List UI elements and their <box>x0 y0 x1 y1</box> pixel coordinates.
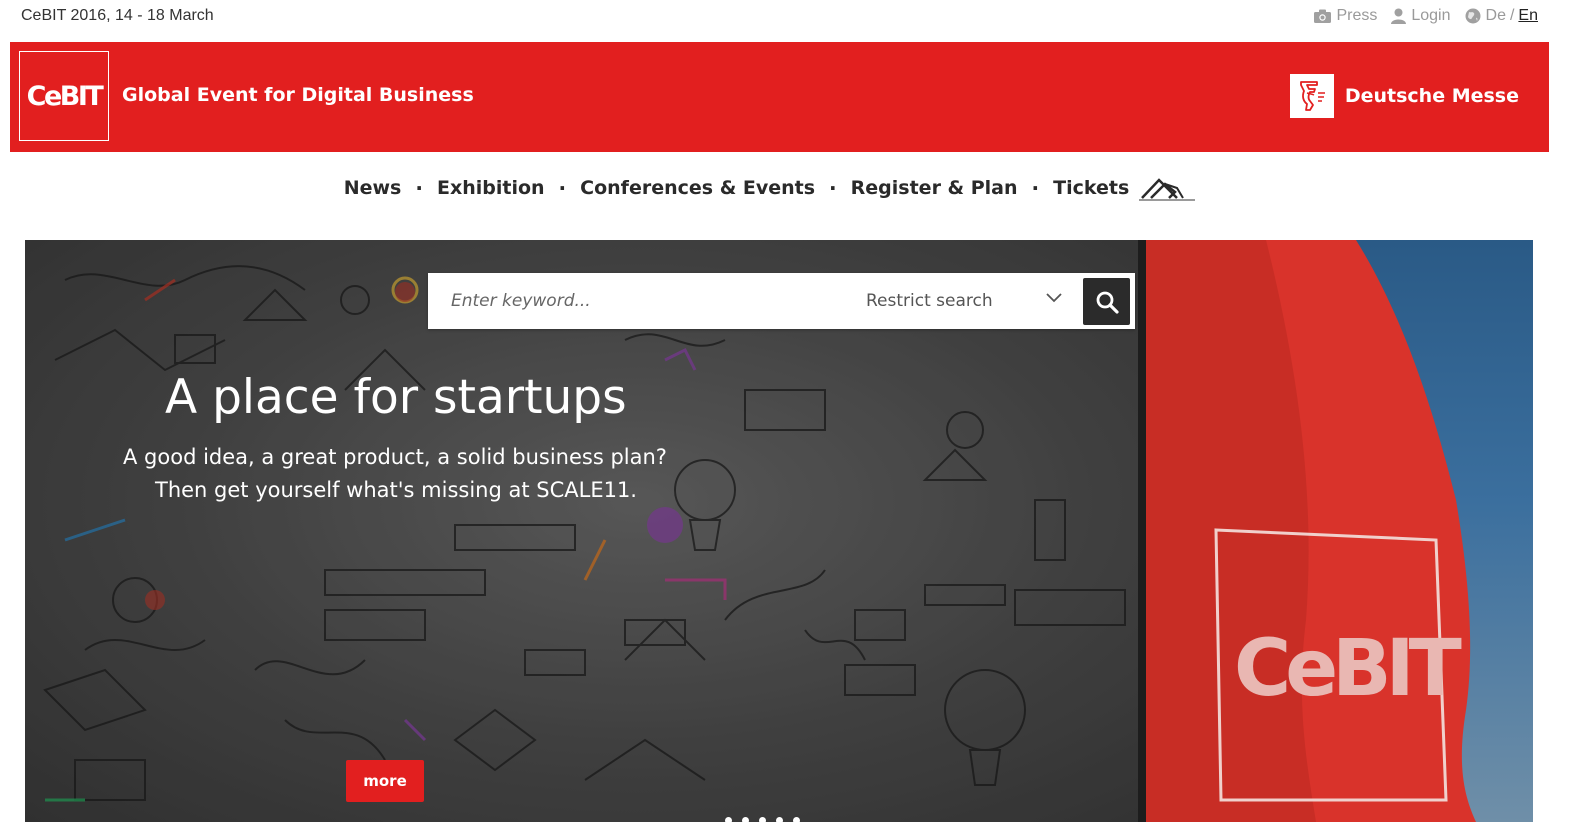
deutsche-messe-text: Deutsche Messe <box>1344 85 1519 107</box>
carousel-dot[interactable] <box>742 817 749 822</box>
hero-subtitle-line1: A good idea, a great product, a solid bu… <box>123 445 667 469</box>
nav-separator: · <box>1031 176 1040 200</box>
hero-subtitle-line2: Then get yourself what's missing at SCAL… <box>155 478 637 502</box>
chevron-down-icon <box>1046 293 1062 303</box>
login-link[interactable]: Login <box>1391 7 1451 25</box>
carousel-dot[interactable] <box>725 817 732 822</box>
nav-separator: · <box>558 176 567 200</box>
top-utility-bar: CeBIT 2016, 14 - 18 March Press Login De… <box>0 0 1569 36</box>
nav-news[interactable]: News <box>344 177 402 199</box>
globe-icon <box>1465 8 1481 24</box>
hero-title: A place for startups <box>165 370 627 425</box>
nav-exhibition[interactable]: Exhibition <box>437 177 545 199</box>
carousel-dot[interactable] <box>793 817 800 822</box>
press-link[interactable]: Press <box>1314 7 1377 25</box>
deutsche-messe-logo-icon <box>1289 74 1334 118</box>
brand-tagline: Global Event for Digital Business <box>122 84 474 106</box>
lang-de-link[interactable]: De <box>1486 7 1506 25</box>
cebit-flag-image: CeBIT <box>1146 240 1476 822</box>
event-date: CeBIT 2016, 14 - 18 March <box>21 7 214 24</box>
flag-logo-text: CeBIT <box>1234 624 1462 714</box>
carousel-dots <box>725 817 810 822</box>
lang-separator: / <box>1509 7 1515 24</box>
restrict-search-label: Restrict search <box>866 291 993 311</box>
search-bar: Restrict search <box>428 273 1135 329</box>
more-button[interactable]: more <box>346 760 424 802</box>
nav-separator: · <box>829 176 837 200</box>
nav-conferences-events[interactable]: Conferences & Events <box>580 177 815 199</box>
language-switch: De / En <box>1465 7 1538 25</box>
deutsche-messe-link[interactable]: Deutsche Messe <box>1289 74 1519 118</box>
nav-register-plan[interactable]: Register & Plan <box>851 177 1018 199</box>
search-input[interactable] <box>428 273 848 329</box>
restrict-search-dropdown[interactable]: Restrict search <box>866 273 1062 329</box>
utility-links: Press Login De / En <box>1300 7 1538 25</box>
carousel-dot[interactable] <box>759 817 766 822</box>
nav-tickets[interactable]: Tickets <box>1053 177 1129 199</box>
lang-en-link[interactable]: En <box>1518 7 1538 25</box>
camera-icon <box>1314 9 1332 23</box>
carousel-dot[interactable] <box>776 817 783 822</box>
ticket-icon[interactable] <box>1139 174 1196 202</box>
brand-header: CeBIT Global Event for Digital Business … <box>10 42 1549 152</box>
logo-text: CeBIT <box>26 80 104 112</box>
nav-separator: · <box>415 176 423 200</box>
login-label: Login <box>1411 7 1451 24</box>
main-navigation: News · Exhibition · Conferences & Events… <box>0 168 1569 208</box>
cebit-logo[interactable]: CeBIT <box>19 51 109 141</box>
user-icon <box>1391 8 1407 24</box>
press-label: Press <box>1336 7 1378 24</box>
search-icon <box>1096 291 1119 314</box>
hero-divider <box>1138 240 1146 822</box>
search-button[interactable] <box>1083 278 1130 325</box>
